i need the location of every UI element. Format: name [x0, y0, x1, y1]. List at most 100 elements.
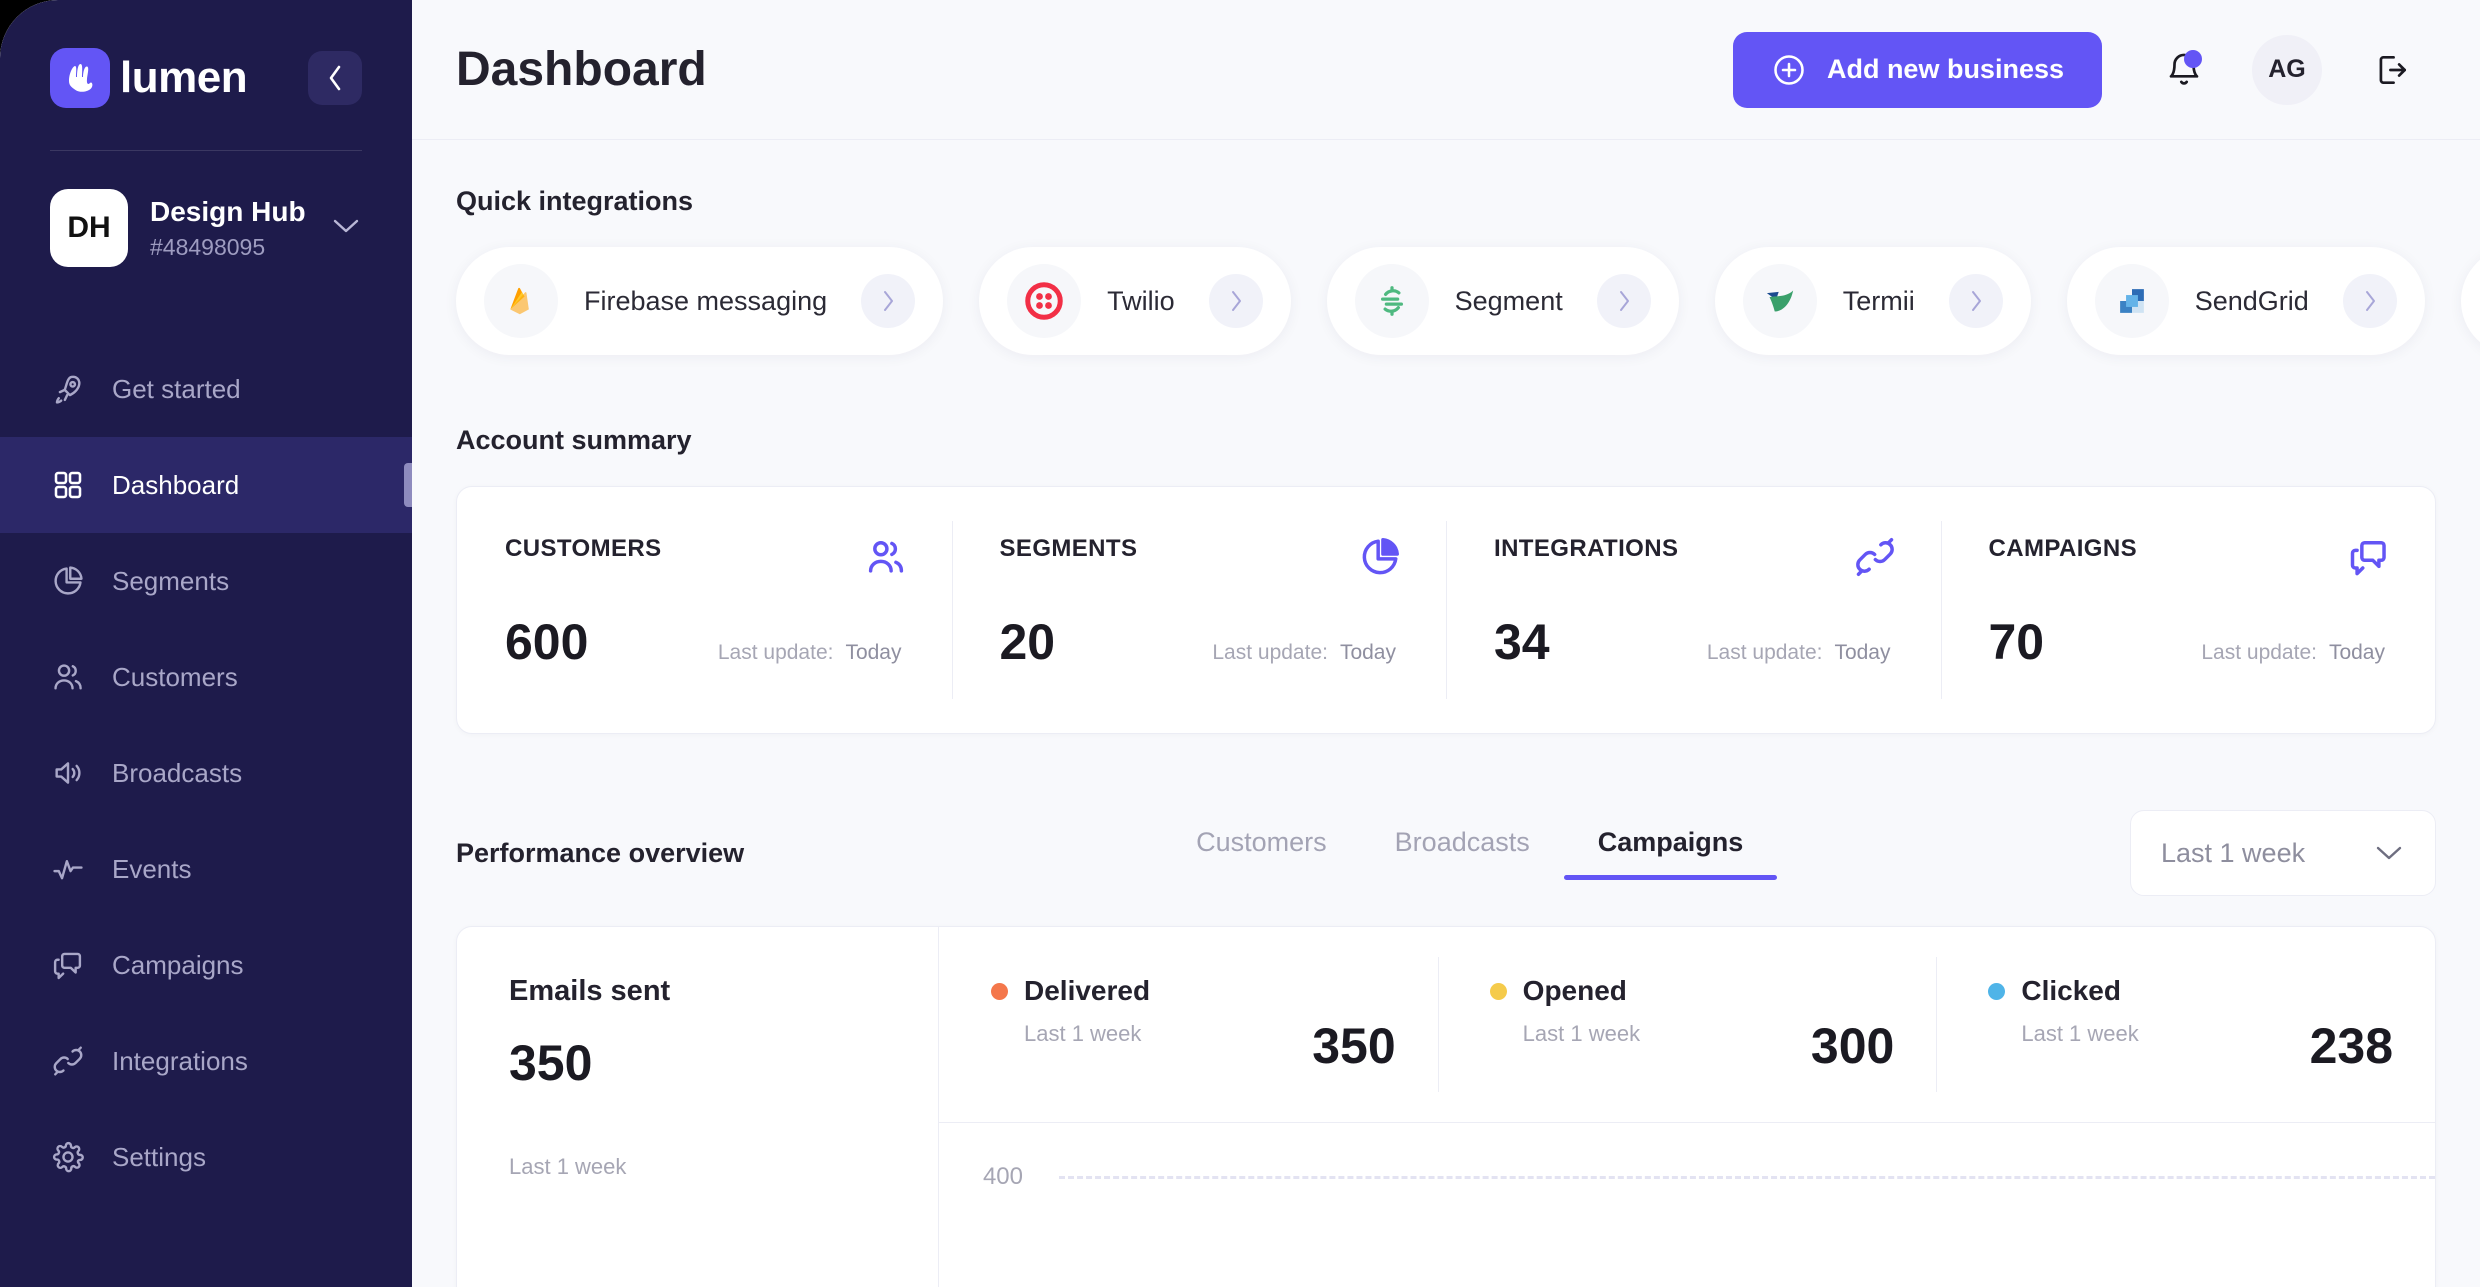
performance-right-pane: Delivered Last 1 week 350 Opened Last 1 … [939, 927, 2435, 1287]
topbar: Dashboard Add new business AG [412, 0, 2480, 140]
performance-chart: 400 [939, 1123, 2435, 1287]
metric-value: 300 [1810, 1017, 1895, 1074]
sidebar: lumen DH Design Hub #48498095 Get starte… [0, 0, 412, 1287]
metric-label: Delivered [1024, 975, 1151, 1006]
business-id: #48498095 [150, 234, 266, 261]
stat-last-update: Last update: Today [1707, 641, 1897, 665]
chart-gridline-row: 400 [939, 1163, 2435, 1191]
integration-card-termii[interactable]: Termii [1714, 247, 2031, 355]
account-summary-card: CUSTOMERS 600 Last update: Today SEGMENT… [456, 486, 2436, 734]
business-switcher[interactable]: DH Design Hub #48498095 [0, 151, 412, 267]
chart-y-tick: 400 [982, 1163, 1023, 1190]
termii-logo-icon [1742, 264, 1817, 338]
sidebar-item-label: Customers [112, 661, 238, 692]
sidebar-item-label: Events [112, 853, 192, 884]
brand-row: lumen [0, 0, 412, 112]
integration-card-firebase[interactable]: Firebase messaging [456, 247, 944, 355]
business-chevron-down-icon[interactable] [330, 216, 362, 241]
last-update-label: Last update: [1706, 641, 1823, 664]
users-icon [50, 659, 86, 695]
sidebar-item-broadcasts[interactable]: Broadcasts [0, 725, 412, 821]
date-range-select[interactable]: Last 1 week [2130, 810, 2436, 896]
activity-pulse-icon [50, 851, 86, 887]
business-avatar: DH [50, 189, 128, 267]
business-name: Design Hub [150, 195, 306, 227]
stat-value: 600 [505, 614, 589, 670]
emails-sent-title: Emails sent [509, 975, 671, 1007]
sidebar-item-label: Campaigns [112, 949, 244, 980]
chevron-right-icon[interactable] [2342, 274, 2397, 328]
status-dot-clicked [1988, 982, 2006, 1000]
sidebar-item-events[interactable]: Events [0, 821, 412, 917]
sidebar-item-integrations[interactable]: Integrations [0, 1013, 412, 1109]
firebase-logo-icon [484, 264, 558, 338]
last-update-label: Last update: [2201, 641, 2317, 664]
pie-chart-icon [1358, 535, 1402, 579]
metric-opened: Opened Last 1 week 300 [1437, 927, 1937, 1122]
account-summary-title: Account summary [456, 425, 692, 455]
sidebar-collapse-button[interactable] [308, 51, 362, 105]
metric-period: Last 1 week [2021, 1021, 2139, 1046]
stat-last-update: Last update: Today [2201, 641, 2391, 665]
tab-broadcasts[interactable]: Broadcasts [1361, 827, 1564, 880]
sidebar-nav: Get started Dashboard Segments Customers… [0, 341, 412, 1205]
chevron-left-icon [329, 65, 341, 91]
emails-sent-value: 350 [509, 1035, 593, 1091]
integration-card-twilio[interactable]: Twilio [979, 247, 1291, 355]
stat-customers: CUSTOMERS 600 Last update: Today [457, 487, 952, 733]
sidebar-item-segments[interactable]: Segments [0, 533, 412, 629]
quick-integrations-row[interactable]: Firebase messaging Twilio Segment Termii… [456, 247, 2480, 361]
sidebar-item-label: Integrations [112, 1045, 248, 1076]
quick-integrations-title: Quick integrations [456, 186, 694, 216]
stat-value: 34 [1494, 614, 1550, 670]
logout-icon [2373, 51, 2411, 89]
metric-period: Last 1 week [1024, 1021, 1142, 1046]
app-window: lumen DH Design Hub #48498095 Get starte… [0, 0, 2480, 1287]
stat-last-update: Last update: Today [1212, 641, 1402, 665]
rocket-icon [50, 371, 86, 407]
sidebar-item-campaigns[interactable]: Campaigns [0, 917, 412, 1013]
chevron-right-icon[interactable] [1948, 274, 2003, 328]
sidebar-item-label: Get started [112, 373, 241, 404]
sidebar-item-label: Dashboard [112, 469, 240, 500]
metric-period: Last 1 week [1522, 1021, 1641, 1046]
performance-title: Performance overview [456, 837, 745, 868]
business-meta: Design Hub #48498095 [150, 195, 306, 262]
last-update-label: Last update: [1212, 641, 1328, 664]
sidebar-item-settings[interactable]: Settings [0, 1109, 412, 1205]
integration-card-segment[interactable]: Segment [1326, 247, 1679, 355]
brand-name: lumen [120, 53, 248, 102]
logout-button[interactable] [2356, 34, 2428, 106]
stat-label: CUSTOMERS [505, 535, 662, 562]
sidebar-item-label: Settings [112, 1141, 206, 1172]
sidebar-item-dashboard[interactable]: Dashboard [0, 437, 412, 533]
integration-name: Twilio [1107, 285, 1175, 316]
users-icon [864, 535, 908, 579]
emails-sent-pane: Emails sent 350 Last 1 week [457, 927, 939, 1287]
stat-integrations: INTEGRATIONS 34 Last update: Today [1446, 487, 1941, 733]
sidebar-item-label: Segments [112, 565, 230, 596]
metrics-row: Delivered Last 1 week 350 Opened Last 1 … [939, 927, 2435, 1123]
integration-name: Termii [1842, 285, 1915, 316]
chevron-right-icon[interactable] [1208, 274, 1263, 328]
tab-customers[interactable]: Customers [1162, 827, 1361, 880]
sidebar-item-customers[interactable]: Customers [0, 629, 412, 725]
chevron-right-icon[interactable] [1596, 274, 1651, 328]
notifications-button[interactable] [2148, 34, 2220, 106]
add-new-business-button[interactable]: Add new business [1732, 31, 2102, 108]
last-update-value: Today [1834, 641, 1891, 664]
tab-campaigns[interactable]: Campaigns [1563, 827, 1778, 880]
stat-label: SEGMENTS [999, 535, 1138, 562]
integration-card-mailgun[interactable]: Mailgun [2460, 247, 2480, 355]
chevron-right-icon[interactable] [861, 274, 916, 328]
integration-card-sendgrid[interactable]: SendGrid [2066, 247, 2425, 355]
integration-name: Firebase messaging [584, 285, 828, 316]
last-update-value: Today [1339, 641, 1396, 664]
stat-last-update: Last update: Today [718, 641, 908, 665]
emails-sent-period: Last 1 week [509, 1154, 627, 1179]
metric-label: Clicked [2021, 975, 2121, 1006]
stat-label: CAMPAIGNS [1988, 535, 2137, 562]
user-avatar[interactable]: AG [2252, 34, 2322, 105]
topbar-actions: Add new business AG [1732, 31, 2428, 108]
sidebar-item-get-started[interactable]: Get started [0, 341, 412, 437]
